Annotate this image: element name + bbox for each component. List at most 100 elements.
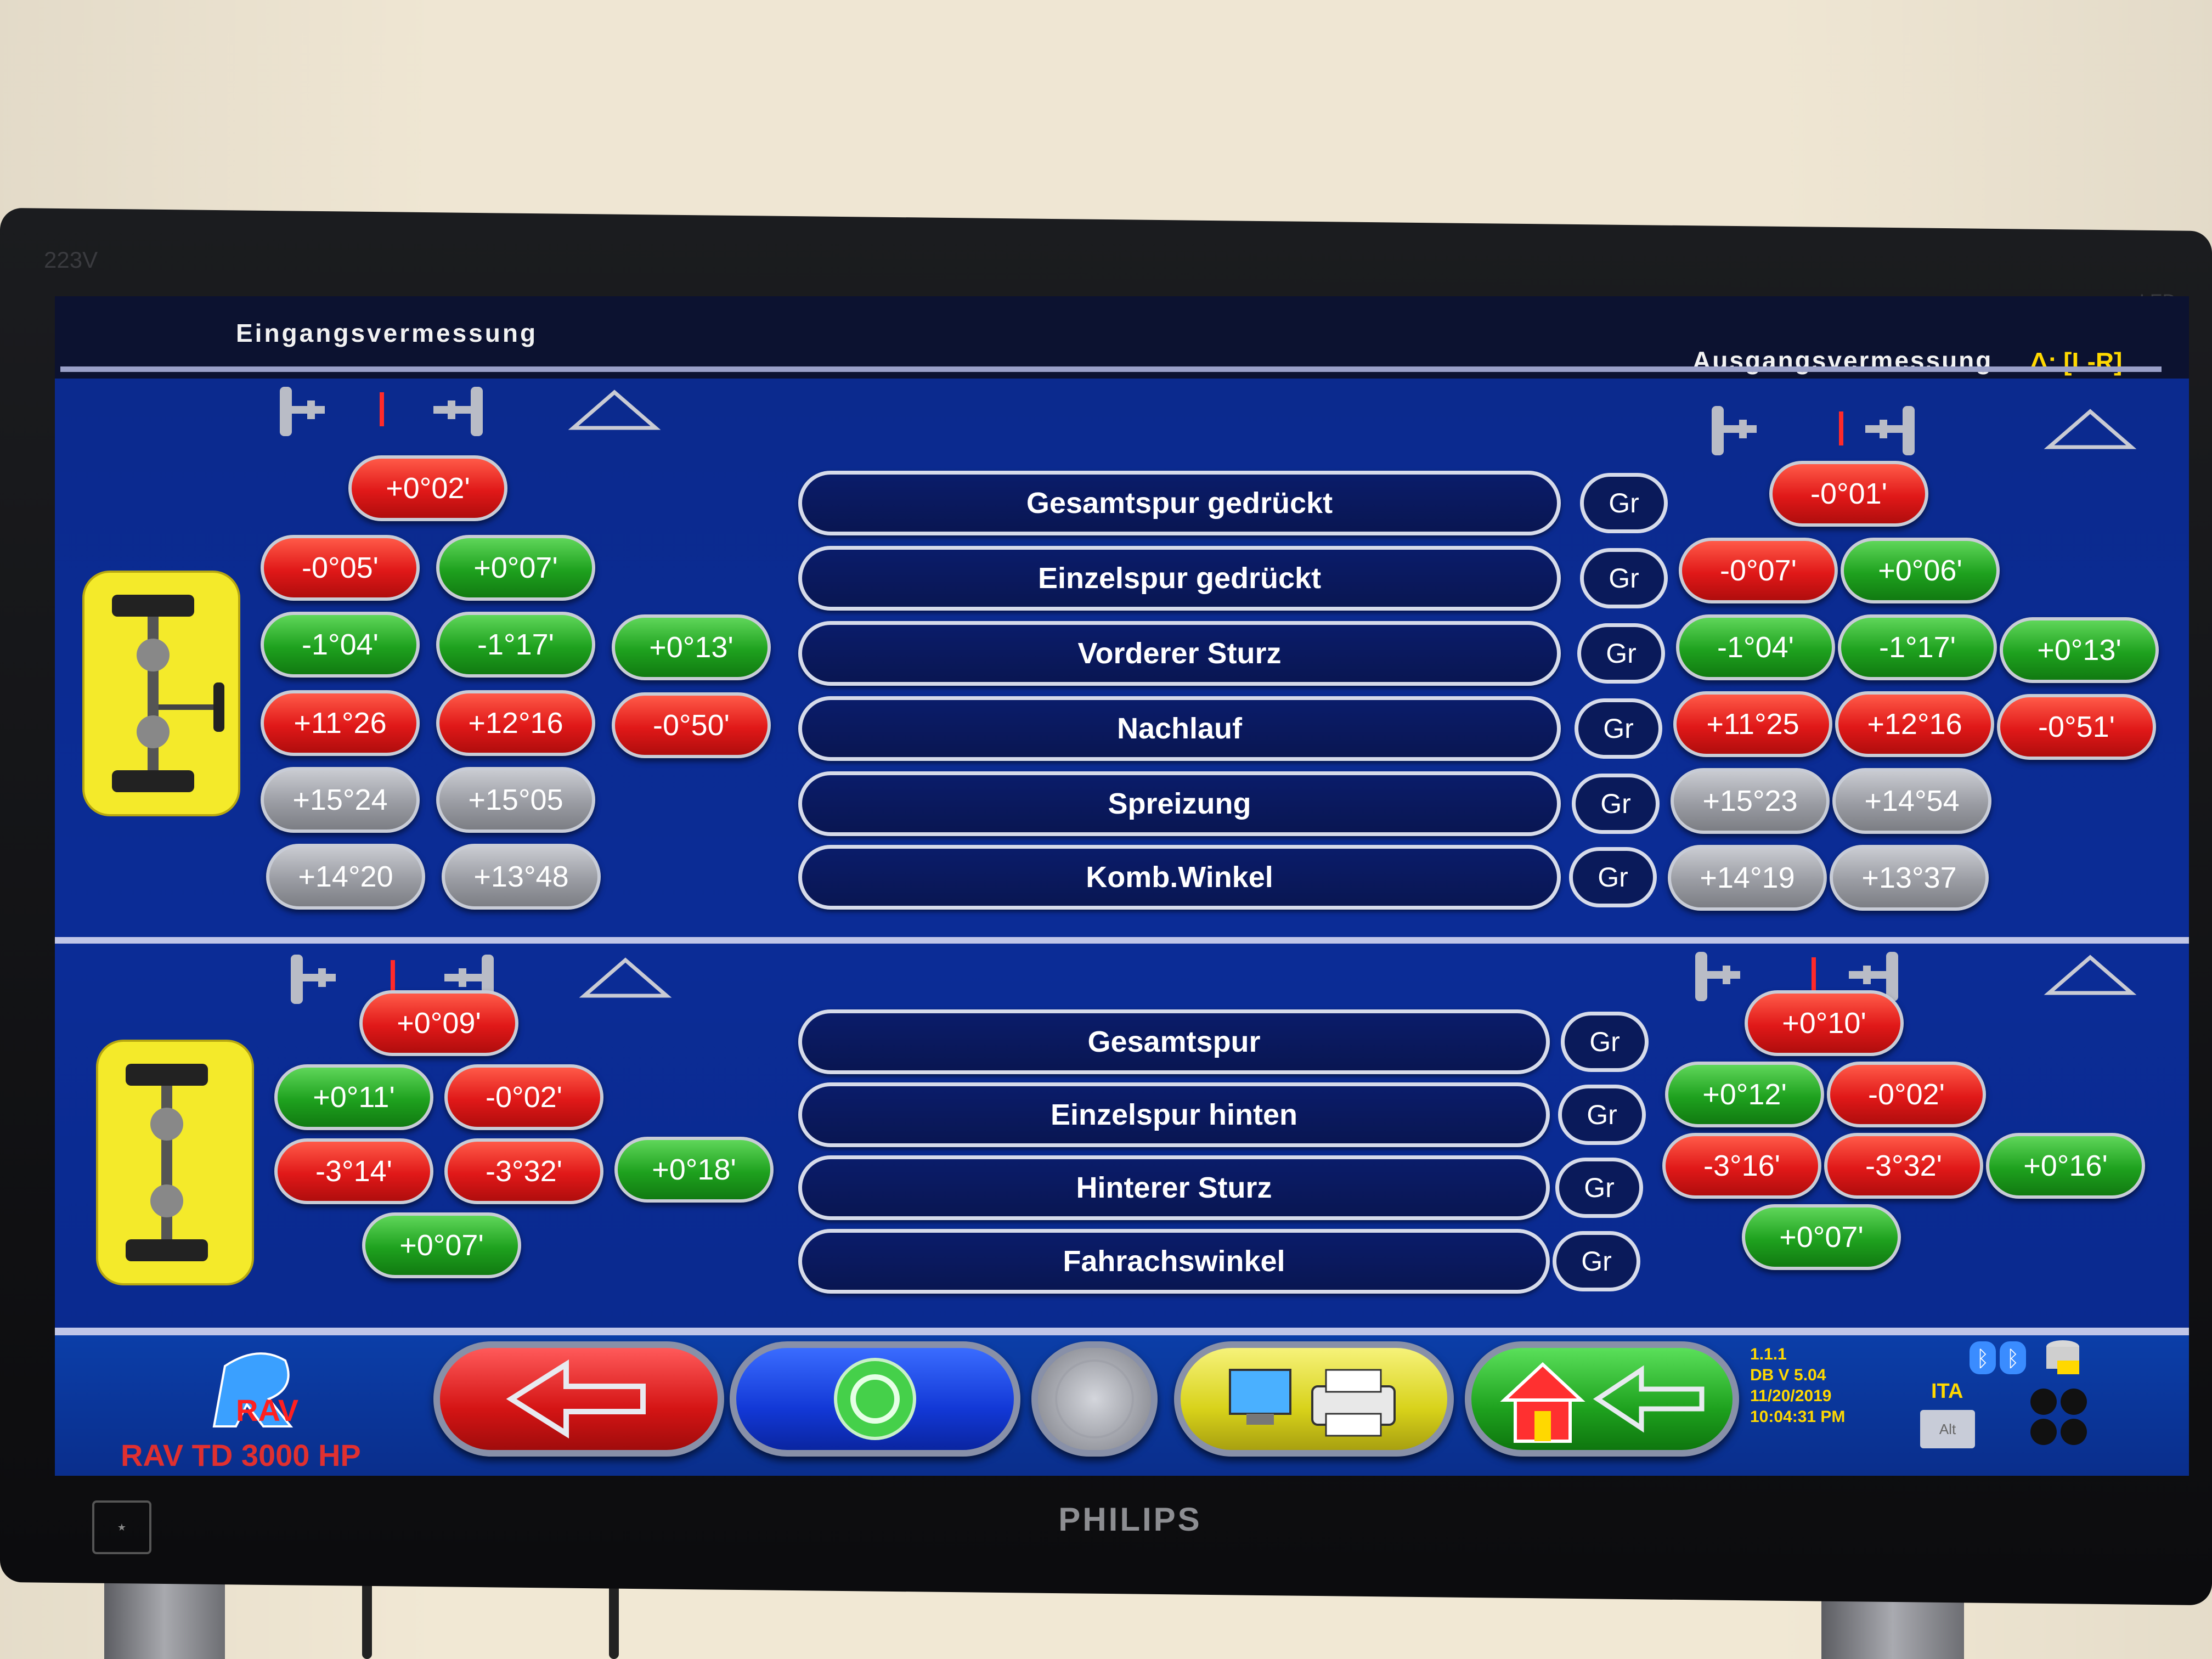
value-pill: -3°16' bbox=[1662, 1133, 1821, 1199]
svg-text:ᛒ: ᛒ bbox=[2006, 1347, 2019, 1371]
version: 1.1.1 bbox=[1750, 1345, 1787, 1363]
label-spreizung[interactable]: Spreizung bbox=[798, 771, 1561, 836]
refresh-icon bbox=[834, 1358, 916, 1440]
value-pill: -1°17' bbox=[1838, 614, 1997, 680]
column-header-icons-front bbox=[280, 387, 661, 436]
front-axle-car-icon bbox=[82, 571, 240, 816]
value-pill: +13°48 bbox=[442, 844, 601, 910]
time: 10:04:31 PM bbox=[1750, 1408, 1846, 1426]
bluetooth-icon: ᛒ ᛒ bbox=[1970, 1341, 2026, 1374]
alignment-screen: Eingangsvermessung Ausgangsvermessung Δ:… bbox=[55, 296, 2189, 1476]
refresh-button[interactable] bbox=[730, 1341, 1020, 1457]
value-pill: -0°02' bbox=[444, 1064, 603, 1130]
value-pill: +12°16 bbox=[436, 690, 595, 756]
value-pill: -0°07' bbox=[1679, 538, 1838, 603]
blank-circle-icon bbox=[1055, 1359, 1134, 1438]
gr-button[interactable]: Gr bbox=[1555, 1158, 1643, 1218]
value-pill: +0°07' bbox=[1742, 1204, 1901, 1270]
value-pill: +0°02' bbox=[348, 455, 507, 521]
value-pill: +15°05 bbox=[436, 767, 595, 833]
value-pill: +0°06' bbox=[1841, 538, 2000, 603]
database-icon bbox=[2046, 1340, 2079, 1374]
value-pill: -1°04' bbox=[261, 612, 420, 678]
delta-triangle-icon bbox=[568, 390, 661, 430]
value-pill: -0°51' bbox=[1997, 694, 2156, 760]
value-pill: +0°07' bbox=[362, 1212, 521, 1278]
center-marker-icon bbox=[380, 392, 384, 426]
home-back-button[interactable] bbox=[1465, 1341, 1739, 1457]
value-pill: +0°12' bbox=[1665, 1062, 1824, 1127]
rav-logo-icon: RAV bbox=[212, 1352, 298, 1427]
value-pill: -1°04' bbox=[1676, 614, 1835, 680]
label-gesamtspur[interactable]: Gesamtspur bbox=[798, 1009, 1550, 1074]
value-pill: +0°18' bbox=[614, 1137, 774, 1203]
rav-logo-text: RAV bbox=[236, 1393, 298, 1427]
value-pill: +11°26 bbox=[261, 690, 420, 756]
value-pill: +13°37 bbox=[1830, 845, 1989, 911]
label-gesamtspur-gedrueckt[interactable]: Gesamtspur gedrückt bbox=[798, 471, 1561, 535]
back-arrow-icon bbox=[506, 1359, 646, 1439]
label-einzelspur-gedrueckt[interactable]: Einzelspur gedrückt bbox=[798, 546, 1561, 611]
value-pill: +15°24 bbox=[261, 767, 420, 833]
value-pill: +15°23 bbox=[1671, 768, 1830, 834]
label-vorderer-sturz[interactable]: Vorderer Sturz bbox=[798, 621, 1561, 686]
date: 11/20/2019 bbox=[1750, 1387, 1832, 1405]
gr-button[interactable]: Gr bbox=[1580, 548, 1668, 608]
header-divider bbox=[60, 366, 2162, 372]
gr-button[interactable]: Gr bbox=[1572, 774, 1660, 834]
right-wheel-icon bbox=[471, 387, 483, 436]
gr-button[interactable]: Gr bbox=[1575, 698, 1662, 759]
gr-button[interactable]: Gr bbox=[1580, 473, 1668, 533]
product-name: RAV TD 3000 HP bbox=[121, 1438, 361, 1472]
value-pill: -1°17' bbox=[436, 612, 595, 678]
monitor-brand: PHILIPS bbox=[1058, 1501, 1202, 1538]
value-pill: +0°07' bbox=[436, 535, 595, 601]
value-pill: +14°19 bbox=[1668, 845, 1827, 911]
value-pill: +0°09' bbox=[359, 990, 518, 1056]
column-header-icons-rear bbox=[291, 955, 672, 1004]
value-pill: -0°50' bbox=[612, 692, 771, 758]
value-pill: -0°02' bbox=[1827, 1062, 1986, 1127]
value-pill: +0°16' bbox=[1986, 1133, 2145, 1199]
label-hinterer-sturz[interactable]: Hinterer Sturz bbox=[798, 1155, 1550, 1220]
value-pill: -3°32' bbox=[1824, 1133, 1983, 1199]
language-indicator[interactable]: ITA bbox=[1931, 1380, 1963, 1403]
gr-button[interactable]: Gr bbox=[1577, 623, 1665, 684]
gr-button[interactable]: Gr bbox=[1569, 847, 1657, 907]
version-info: 1.1.1 DB V 5.04 11/20/2019 10:04:31 PM bbox=[1750, 1344, 1845, 1427]
footer-divider bbox=[55, 1328, 2189, 1335]
gr-button[interactable]: Gr bbox=[1561, 1012, 1649, 1072]
value-pill: -3°14' bbox=[274, 1138, 433, 1204]
monitor-model: 223V bbox=[44, 247, 98, 273]
alt-key[interactable]: Alt bbox=[1920, 1410, 1975, 1448]
entry-measurement-title: Eingangsvermessung bbox=[236, 319, 538, 347]
rear-axle-car-icon bbox=[96, 1040, 254, 1285]
value-pill: -0°05' bbox=[261, 535, 420, 601]
gr-button[interactable]: Gr bbox=[1553, 1231, 1640, 1291]
value-pill: +0°10' bbox=[1745, 990, 1904, 1056]
label-fahrachswinkel[interactable]: Fahrachswinkel bbox=[798, 1229, 1550, 1294]
energy-star-icon: ★ bbox=[92, 1500, 151, 1554]
print-icon bbox=[1229, 1369, 1396, 1437]
value-pill: +12°16 bbox=[1835, 691, 1994, 757]
label-nachlauf[interactable]: Nachlauf bbox=[798, 696, 1561, 761]
value-pill: +11°25 bbox=[1673, 691, 1832, 757]
value-pill: +0°13' bbox=[2000, 617, 2159, 683]
blank-button[interactable] bbox=[1031, 1341, 1158, 1457]
value-pill: +0°11' bbox=[274, 1064, 433, 1130]
value-pill: +14°54 bbox=[1832, 768, 1991, 834]
column-header-icons-front-right bbox=[1712, 406, 2137, 455]
left-wheel-icon bbox=[280, 387, 292, 436]
menu-grid-icon[interactable] bbox=[2027, 1385, 2093, 1451]
value-pill: -3°32' bbox=[444, 1138, 603, 1204]
label-komb-winkel[interactable]: Komb.Winkel bbox=[798, 845, 1561, 910]
print-button[interactable] bbox=[1174, 1341, 1454, 1457]
db-version: DB V 5.04 bbox=[1750, 1366, 1826, 1384]
home-back-icon bbox=[1500, 1362, 1705, 1443]
svg-text:ᛒ: ᛒ bbox=[1976, 1347, 1989, 1371]
gr-button[interactable]: Gr bbox=[1558, 1085, 1646, 1145]
back-button[interactable] bbox=[433, 1341, 724, 1457]
value-pill: +14°20 bbox=[266, 844, 425, 910]
value-pill: +0°13' bbox=[612, 614, 771, 680]
label-einzelspur-hinten[interactable]: Einzelspur hinten bbox=[798, 1082, 1550, 1147]
